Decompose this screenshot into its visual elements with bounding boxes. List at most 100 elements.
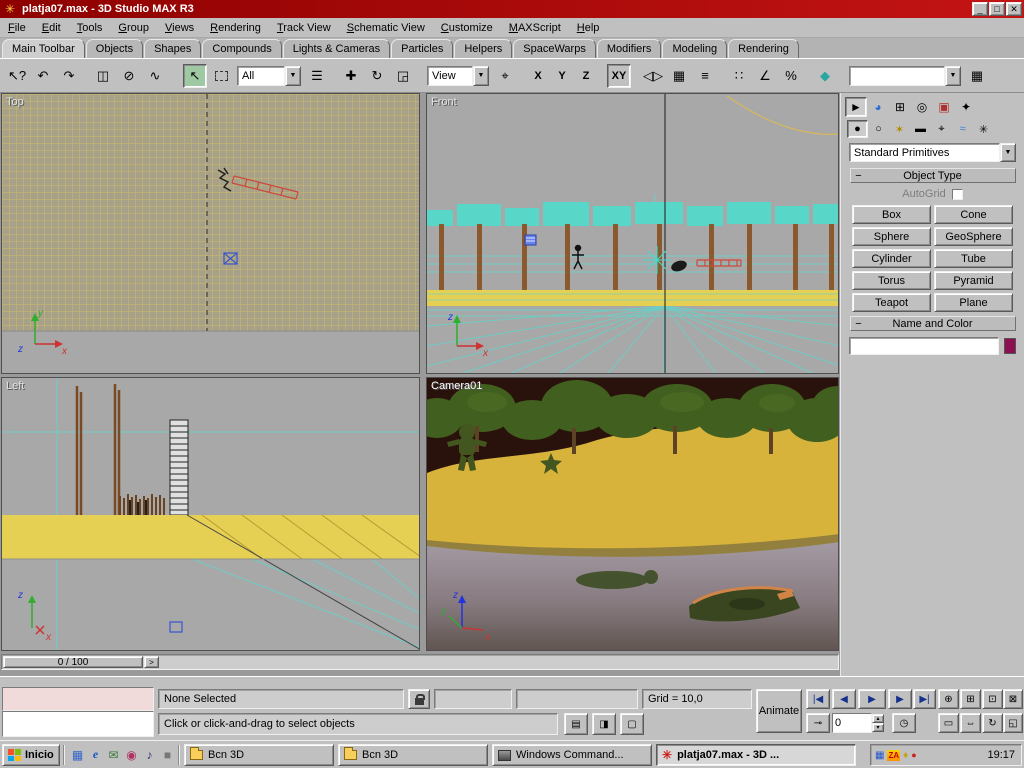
subcategory-dropdown[interactable]: Standard Primitives ▼ xyxy=(849,143,1016,162)
menu-rendering[interactable]: Rendering xyxy=(202,19,269,37)
modify-tab-icon[interactable]: ◕ xyxy=(867,97,889,117)
start-button[interactable]: Inicio xyxy=(2,744,60,766)
sphere-button[interactable]: Sphere xyxy=(852,227,931,246)
systems-category-icon[interactable]: ✳ xyxy=(973,120,994,138)
menu-help[interactable]: Help xyxy=(569,19,608,37)
quicklaunch-icon-6[interactable]: ■ xyxy=(159,746,176,763)
viewport-camera-label[interactable]: Camera01 xyxy=(431,380,482,392)
min-max-toggle-icon[interactable]: ◱ xyxy=(1003,713,1023,733)
geometry-category-icon[interactable]: ● xyxy=(847,120,868,138)
object-name-field[interactable] xyxy=(849,337,999,355)
quicklaunch-mail-icon[interactable]: ✉ xyxy=(105,746,122,763)
select-scale-icon[interactable]: ◲ xyxy=(391,64,415,88)
geosphere-button[interactable]: GeoSphere xyxy=(934,227,1013,246)
cameras-category-icon[interactable]: ▬ xyxy=(910,120,931,138)
hierarchy-tab-icon[interactable]: ⊞ xyxy=(889,97,911,117)
menu-customize[interactable]: Customize xyxy=(433,19,501,37)
tab-spacewarps[interactable]: SpaceWarps xyxy=(513,39,596,58)
menu-tools[interactable]: Tools xyxy=(69,19,111,37)
menu-schematic-view[interactable]: Schematic View xyxy=(339,19,433,37)
utilities-tab-icon[interactable]: ✦ xyxy=(955,97,977,117)
viewport-dialog-icon[interactable]: ▢ xyxy=(620,713,644,735)
reference-coordinate-combo[interactable]: View ▼ xyxy=(427,66,489,86)
display-tab-icon[interactable]: ▣ xyxy=(933,97,955,117)
tray-icon-1[interactable]: ▦ xyxy=(875,750,884,761)
box-button[interactable]: Box xyxy=(852,205,931,224)
menu-group[interactable]: Group xyxy=(110,19,157,37)
app-icon[interactable]: ✳ xyxy=(2,2,18,16)
viewport-front-label[interactable]: Front xyxy=(431,96,457,108)
viewport-left-label[interactable]: Left xyxy=(6,380,24,392)
restrict-z-button[interactable]: Z xyxy=(575,64,597,88)
plane-button[interactable]: Plane xyxy=(934,293,1013,312)
tab-shapes[interactable]: Shapes xyxy=(144,39,201,58)
task-bcn3d-2[interactable]: Bcn 3D xyxy=(338,744,488,766)
select-move-icon[interactable]: ✚ xyxy=(339,64,363,88)
quicklaunch-ie-icon[interactable]: e xyxy=(87,746,104,763)
restrict-x-button[interactable]: X xyxy=(527,64,549,88)
sand-band-front[interactable] xyxy=(427,290,839,306)
create-tab-icon[interactable]: ► xyxy=(845,97,867,117)
tab-particles[interactable]: Particles xyxy=(391,39,453,58)
tab-compounds[interactable]: Compounds xyxy=(202,39,281,58)
restrict-y-button[interactable]: Y xyxy=(551,64,573,88)
object-color-swatch[interactable] xyxy=(1004,338,1016,354)
select-rotate-icon[interactable]: ↻ xyxy=(365,64,389,88)
select-object-icon[interactable]: ↖ xyxy=(183,64,207,88)
maxscript-listener-input[interactable] xyxy=(2,711,154,737)
menu-edit[interactable]: Edit xyxy=(34,19,69,37)
maximize-button[interactable]: □ xyxy=(989,2,1005,16)
tab-rendering[interactable]: Rendering xyxy=(728,39,799,58)
time-slider-track[interactable]: 0 / 100 > xyxy=(1,654,839,670)
pan-icon[interactable]: ⇔ xyxy=(960,713,981,733)
chevron-down-icon[interactable]: ▼ xyxy=(945,66,961,86)
selection-filter-combo[interactable]: All ▼ xyxy=(237,66,301,86)
chevron-down-icon[interactable]: ▼ xyxy=(473,66,489,86)
unlink-selection-icon[interactable]: ⊘ xyxy=(117,64,141,88)
tower-object-left[interactable] xyxy=(170,420,188,515)
tab-objects[interactable]: Objects xyxy=(86,39,143,58)
quicklaunch-icon-4[interactable]: ◉ xyxy=(123,746,140,763)
close-button[interactable]: ✕ xyxy=(1006,2,1022,16)
tray-icon-3[interactable]: ♦ xyxy=(903,750,908,761)
viewport-camera[interactable]: Camera01 xyxy=(426,377,839,651)
menu-maxscript[interactable]: MAXScript xyxy=(501,19,569,37)
use-pivot-point-icon[interactable]: ⌖ xyxy=(493,64,517,88)
align-icon[interactable]: ≡ xyxy=(693,64,717,88)
time-slider-handle[interactable]: 0 / 100 xyxy=(3,656,143,668)
task-windows-command[interactable]: Windows Command... xyxy=(492,744,652,766)
menu-views[interactable]: Views xyxy=(157,19,202,37)
tab-main-toolbar[interactable]: Main Toolbar xyxy=(2,39,85,58)
cylinder-button[interactable]: Cylinder xyxy=(852,249,931,268)
spinner-up-icon[interactable]: ▴ xyxy=(872,714,884,723)
key-mode-toggle-icon[interactable]: ⊸ xyxy=(806,713,830,733)
next-frame-icon[interactable]: ▶ xyxy=(888,689,912,709)
sand-plane-wireframe[interactable] xyxy=(2,94,420,331)
chevron-down-icon[interactable]: ▼ xyxy=(285,66,301,86)
zoom-extents-icon[interactable]: ⊡ xyxy=(982,689,1003,709)
macro-recorder-input[interactable] xyxy=(2,687,154,711)
next-frame-arrow-icon[interactable]: > xyxy=(144,656,159,668)
task-platja07-max[interactable]: ✳ platja07.max - 3D ... xyxy=(656,744,856,766)
tube-button[interactable]: Tube xyxy=(934,249,1013,268)
play-animation-icon[interactable]: ▶ xyxy=(858,689,886,709)
chevron-down-icon[interactable]: ▼ xyxy=(1000,143,1016,162)
viewport-top[interactable]: Top xyxy=(1,93,420,374)
helpers-category-icon[interactable]: ⌖ xyxy=(931,120,952,138)
go-to-end-icon[interactable]: ▶| xyxy=(913,689,936,709)
object-type-rollout-header[interactable]: − Object Type xyxy=(850,168,1016,183)
restrict-xy-plane-button[interactable]: XY xyxy=(607,64,631,88)
spinner-snap-icon[interactable]: ◆ xyxy=(813,64,837,88)
minimize-button[interactable]: _ xyxy=(972,2,988,16)
redo-icon[interactable]: ↷ xyxy=(57,64,81,88)
spinner-down-icon[interactable]: ▾ xyxy=(872,723,884,732)
teapot-button[interactable]: Teapot xyxy=(852,293,931,312)
time-configuration-icon[interactable]: ◷ xyxy=(892,713,916,733)
percent-snap-icon[interactable]: % xyxy=(779,64,803,88)
viewport-left[interactable]: Left xyxy=(1,377,420,651)
undo-icon[interactable]: ↶ xyxy=(31,64,55,88)
select-and-link-icon[interactable]: ◫ xyxy=(91,64,115,88)
tray-icon-4[interactable]: ● xyxy=(911,750,916,760)
snap-toggle-icon[interactable]: ∷ xyxy=(727,64,751,88)
name-color-rollout-header[interactable]: − Name and Color xyxy=(850,316,1016,331)
